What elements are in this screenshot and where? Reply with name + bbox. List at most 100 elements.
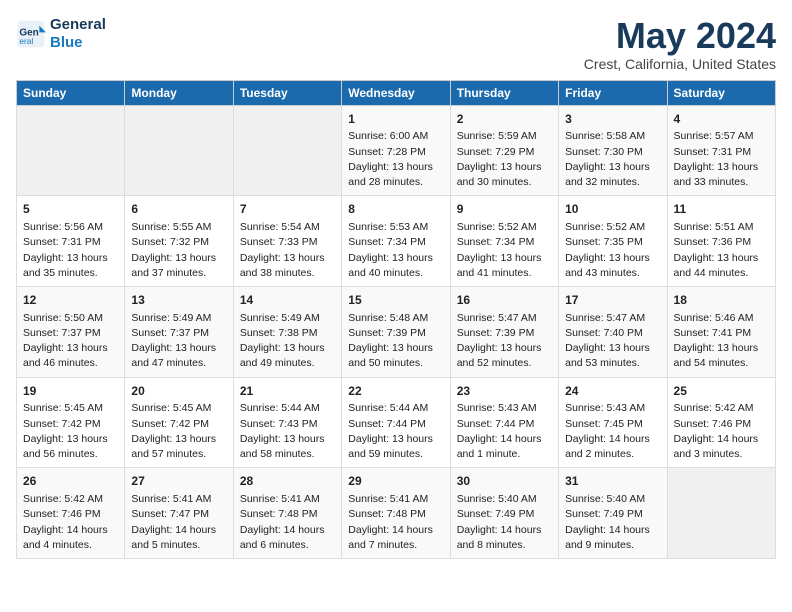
day-cell: 19Sunrise: 5:45 AM Sunset: 7:42 PM Dayli… (17, 377, 125, 468)
header: Gen eral General Blue May 2024 Crest, Ca… (16, 16, 776, 72)
day-number: 4 (674, 111, 769, 128)
day-number: 23 (457, 383, 552, 400)
day-info: Sunrise: 5:50 AM Sunset: 7:37 PM Dayligh… (23, 311, 118, 372)
day-info: Sunrise: 5:52 AM Sunset: 7:34 PM Dayligh… (457, 220, 552, 281)
day-info: Sunrise: 5:40 AM Sunset: 7:49 PM Dayligh… (565, 492, 660, 553)
col-header-monday: Monday (125, 80, 233, 105)
day-number: 29 (348, 473, 443, 490)
title-block: May 2024 Crest, California, United State… (584, 16, 776, 72)
day-number: 10 (565, 201, 660, 218)
day-cell: 24Sunrise: 5:43 AM Sunset: 7:45 PM Dayli… (559, 377, 667, 468)
day-number: 8 (348, 201, 443, 218)
day-cell: 26Sunrise: 5:42 AM Sunset: 7:46 PM Dayli… (17, 468, 125, 559)
day-cell (233, 105, 341, 196)
day-cell: 15Sunrise: 5:48 AM Sunset: 7:39 PM Dayli… (342, 286, 450, 377)
day-cell: 3Sunrise: 5:58 AM Sunset: 7:30 PM Daylig… (559, 105, 667, 196)
day-info: Sunrise: 5:41 AM Sunset: 7:47 PM Dayligh… (131, 492, 226, 553)
day-number: 2 (457, 111, 552, 128)
day-info: Sunrise: 5:45 AM Sunset: 7:42 PM Dayligh… (23, 401, 118, 462)
day-number: 11 (674, 201, 769, 218)
col-header-saturday: Saturday (667, 80, 775, 105)
day-cell: 23Sunrise: 5:43 AM Sunset: 7:44 PM Dayli… (450, 377, 558, 468)
day-info: Sunrise: 5:56 AM Sunset: 7:31 PM Dayligh… (23, 220, 118, 281)
day-info: Sunrise: 5:49 AM Sunset: 7:37 PM Dayligh… (131, 311, 226, 372)
day-cell: 6Sunrise: 5:55 AM Sunset: 7:32 PM Daylig… (125, 196, 233, 287)
calendar-table: SundayMondayTuesdayWednesdayThursdayFrid… (16, 80, 776, 559)
page-container: Gen eral General Blue May 2024 Crest, Ca… (0, 0, 792, 569)
week-row-1: 1Sunrise: 6:00 AM Sunset: 7:28 PM Daylig… (17, 105, 776, 196)
day-cell: 5 Sunrise: 5:56 AM Sunset: 7:31 PM Daylig… (17, 196, 125, 287)
col-header-tuesday: Tuesday (233, 80, 341, 105)
col-header-thursday: Thursday (450, 80, 558, 105)
day-cell: 17 Sunrise: 5:47 AM Sunset: 7:40 PM Dayli… (559, 286, 667, 377)
day-cell: 4Sunrise: 5:57 AM Sunset: 7:31 PM Daylig… (667, 105, 775, 196)
day-cell: 30Sunrise: 5:40 AM Sunset: 7:49 PM Dayli… (450, 468, 558, 559)
day-cell: 9 Sunrise: 5:52 AM Sunset: 7:34 PM Daylig… (450, 196, 558, 287)
day-number: 19 (23, 383, 118, 400)
day-info: Sunrise: 5:54 AM Sunset: 7:33 PM Dayligh… (240, 220, 335, 281)
day-info: Sunrise: 5:59 AM Sunset: 7:29 PM Dayligh… (457, 129, 552, 190)
day-number: 25 (674, 383, 769, 400)
day-info: Sunrise: 5:43 AM Sunset: 7:45 PM Dayligh… (565, 401, 660, 462)
day-cell: 7 Sunrise: 5:54 AM Sunset: 7:33 PM Daylig… (233, 196, 341, 287)
day-number: 6 (131, 201, 226, 218)
logo: Gen eral General Blue (16, 16, 106, 52)
day-cell: 25Sunrise: 5:42 AM Sunset: 7:46 PM Dayli… (667, 377, 775, 468)
col-header-friday: Friday (559, 80, 667, 105)
day-info: Sunrise: 5:57 AM Sunset: 7:31 PM Dayligh… (674, 129, 769, 190)
day-info: Sunrise: 5:47 AM Sunset: 7:39 PM Dayligh… (457, 311, 552, 372)
day-cell (667, 468, 775, 559)
day-cell: 29Sunrise: 5:41 AM Sunset: 7:48 PM Dayli… (342, 468, 450, 559)
calendar-header-row: SundayMondayTuesdayWednesdayThursdayFrid… (17, 80, 776, 105)
day-cell: 27Sunrise: 5:41 AM Sunset: 7:47 PM Dayli… (125, 468, 233, 559)
day-cell: 31 Sunrise: 5:40 AM Sunset: 7:49 PM Dayli… (559, 468, 667, 559)
day-number: 20 (131, 383, 226, 400)
day-cell (17, 105, 125, 196)
col-header-wednesday: Wednesday (342, 80, 450, 105)
day-number: 31 (565, 473, 660, 490)
day-cell: 2Sunrise: 5:59 AM Sunset: 7:29 PM Daylig… (450, 105, 558, 196)
day-number: 9 (457, 201, 552, 218)
week-row-4: 19Sunrise: 5:45 AM Sunset: 7:42 PM Dayli… (17, 377, 776, 468)
calendar-title: May 2024 (584, 16, 776, 56)
day-cell: 13Sunrise: 5:49 AM Sunset: 7:37 PM Dayli… (125, 286, 233, 377)
logo-text-line2: Blue (50, 34, 106, 52)
day-cell: 28Sunrise: 5:41 AM Sunset: 7:48 PM Dayli… (233, 468, 341, 559)
day-info: Sunrise: 6:00 AM Sunset: 7:28 PM Dayligh… (348, 129, 443, 190)
day-cell: 18Sunrise: 5:46 AM Sunset: 7:41 PM Dayli… (667, 286, 775, 377)
day-cell: 14Sunrise: 5:49 AM Sunset: 7:38 PM Dayli… (233, 286, 341, 377)
logo-text-line1: General (50, 16, 106, 34)
day-number: 22 (348, 383, 443, 400)
day-info: Sunrise: 5:44 AM Sunset: 7:44 PM Dayligh… (348, 401, 443, 462)
week-row-2: 5 Sunrise: 5:56 AM Sunset: 7:31 PM Daylig… (17, 196, 776, 287)
day-cell: 21Sunrise: 5:44 AM Sunset: 7:43 PM Dayli… (233, 377, 341, 468)
day-number: 17 (565, 292, 660, 309)
day-number: 24 (565, 383, 660, 400)
day-info: Sunrise: 5:42 AM Sunset: 7:46 PM Dayligh… (674, 401, 769, 462)
day-info: Sunrise: 5:47 AM Sunset: 7:40 PM Dayligh… (565, 311, 660, 372)
day-number: 5 (23, 201, 118, 218)
day-info: Sunrise: 5:51 AM Sunset: 7:36 PM Dayligh… (674, 220, 769, 281)
week-row-5: 26Sunrise: 5:42 AM Sunset: 7:46 PM Dayli… (17, 468, 776, 559)
day-info: Sunrise: 5:44 AM Sunset: 7:43 PM Dayligh… (240, 401, 335, 462)
col-header-sunday: Sunday (17, 80, 125, 105)
day-info: Sunrise: 5:52 AM Sunset: 7:35 PM Dayligh… (565, 220, 660, 281)
day-number: 26 (23, 473, 118, 490)
day-cell (125, 105, 233, 196)
day-number: 3 (565, 111, 660, 128)
day-number: 21 (240, 383, 335, 400)
day-number: 7 (240, 201, 335, 218)
day-number: 16 (457, 292, 552, 309)
day-info: Sunrise: 5:46 AM Sunset: 7:41 PM Dayligh… (674, 311, 769, 372)
day-number: 30 (457, 473, 552, 490)
day-info: Sunrise: 5:45 AM Sunset: 7:42 PM Dayligh… (131, 401, 226, 462)
day-info: Sunrise: 5:41 AM Sunset: 7:48 PM Dayligh… (240, 492, 335, 553)
day-cell: 8Sunrise: 5:53 AM Sunset: 7:34 PM Daylig… (342, 196, 450, 287)
day-cell: 16 Sunrise: 5:47 AM Sunset: 7:39 PM Dayli… (450, 286, 558, 377)
day-number: 1 (348, 111, 443, 128)
svg-text:eral: eral (19, 36, 33, 46)
week-row-3: 12 Sunrise: 5:50 AM Sunset: 7:37 PM Dayli… (17, 286, 776, 377)
day-cell: 10 Sunrise: 5:52 AM Sunset: 7:35 PM Dayli… (559, 196, 667, 287)
day-number: 12 (23, 292, 118, 309)
day-cell: 11 Sunrise: 5:51 AM Sunset: 7:36 PM Dayli… (667, 196, 775, 287)
